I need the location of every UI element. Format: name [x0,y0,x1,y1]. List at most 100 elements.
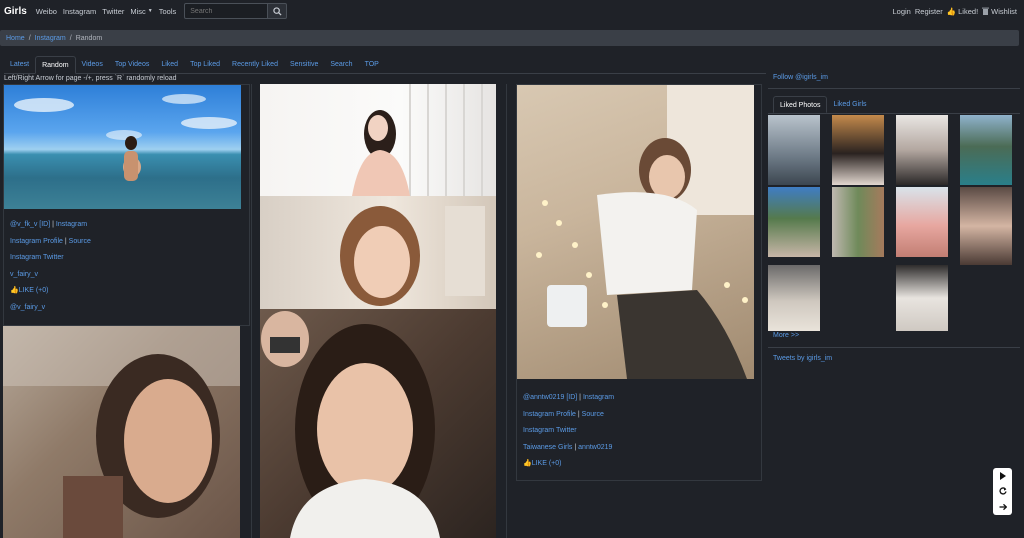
tab-search[interactable]: Search [324,56,358,74]
tab-latest[interactable]: Latest [4,56,35,74]
like-label: LIKE (+0) [18,287,49,295]
tab-liked[interactable]: Liked [155,56,184,74]
tab-liked-photos[interactable]: Liked Photos [773,96,828,113]
woman-grey-top-on-sofa-photo[interactable] [517,85,754,379]
tab-top[interactable]: TOP [359,56,385,74]
separator: | [574,443,577,451]
woman-short-hair-selfie-photo[interactable] [3,326,240,538]
top-navbar: Girls Weibo Instagram Twitter Misc ▼ Tool… [0,0,1024,22]
reload-icon[interactable] [998,487,1007,496]
breadcrumb-instagram[interactable]: Instagram [35,35,66,42]
thumbs-up-icon: 👍 [523,460,532,468]
tab-liked-girls[interactable]: Liked Girls [827,96,872,113]
instagram-profile-link[interactable]: Instagram Profile [10,238,63,245]
tab-top-liked[interactable]: Top Liked [184,56,226,74]
login-link[interactable]: Login [893,7,911,16]
liked-photo-thumb[interactable] [768,265,820,331]
breadcrumb-separator: / [28,34,31,42]
username-link[interactable]: anntw0219 [578,444,612,451]
breadcrumb: Home / Instagram / Random [0,30,1019,46]
username-link[interactable]: v_fairy_v [10,271,38,278]
source-link[interactable]: Source [69,238,91,245]
post-card: @v_fk_v [ID] | Instagram Instagram Profi… [3,84,250,326]
handle-link[interactable]: @v_fk_v [10,221,37,228]
column-divider [251,84,252,538]
separator: | [577,410,580,418]
nav-weibo[interactable]: Weibo [36,7,57,16]
instagram-twitter-link[interactable]: Instagram Twitter [523,427,577,434]
tab-videos[interactable]: Videos [76,56,109,74]
follow-link[interactable]: Follow @igirls_im [773,74,828,81]
liked-photo-thumb[interactable] [896,187,948,257]
nav-twitter[interactable]: Twitter [102,7,124,16]
tweets-link[interactable]: Tweets by igirls_im [773,355,832,362]
like-button[interactable]: 👍LIKE (+0) [523,460,561,467]
tab-recently-liked[interactable]: Recently Liked [226,56,284,74]
sidebar-tabs: Liked Photos Liked Girls [773,96,873,113]
woman-wading-in-sea-photo[interactable] [4,85,241,209]
like-label: LIKE (+0) [531,460,562,468]
liked-photo-thumb[interactable] [896,115,948,185]
divider [768,88,1020,89]
post-card: @anntw0219 [ID] | Instagram Instagram Pr… [516,84,762,481]
woman-pink-top-studio-photo[interactable] [260,84,496,196]
woman-wavy-hair-closeup-photo[interactable] [260,196,496,309]
keyboard-hint: Left/Right Arrow for page -/+, press `R`… [4,75,177,82]
trash-icon [982,7,990,15]
tab-top-videos[interactable]: Top Videos [109,56,156,74]
woman-white-turtleneck-photo[interactable] [260,309,496,538]
category-link[interactable]: Taiwanese Girls [523,444,572,451]
play-icon[interactable] [999,471,1006,480]
source-link[interactable]: Source [582,411,604,418]
id-link[interactable]: [ID] [39,221,50,228]
liked-photo-thumb[interactable] [960,187,1012,265]
breadcrumb-current: Random [75,34,103,42]
instagram-twitter-link[interactable]: Instagram Twitter [10,254,64,261]
instagram-link[interactable]: Instagram [56,221,87,228]
search-form [184,3,288,19]
nav-misc-label: Misc [130,6,146,16]
liked-photo-thumb[interactable] [960,115,1012,185]
search-input[interactable] [184,3,269,19]
card-links: @anntw0219 [ID] | Instagram Instagram Pr… [523,390,614,473]
liked-photo-thumb[interactable] [896,265,948,331]
nav-misc-dropdown[interactable]: Misc ▼ [130,7,152,16]
divider [768,347,1020,348]
content-tabs: Latest Random Videos Top Videos Liked To… [4,56,766,74]
handle-link[interactable]: @anntw0219 [523,394,564,401]
register-link[interactable]: Register [915,7,943,16]
divider [768,113,1020,114]
arrow-right-icon[interactable] [999,503,1007,511]
nav-instagram[interactable]: Instagram [63,7,96,16]
liked-link[interactable]: 👍 Liked! [947,7,978,16]
nav-right-group: Login Register 👍 Liked! Wishlist [889,7,1018,16]
search-icon [273,6,282,16]
like-button[interactable]: 👍LIKE (+0) [10,287,48,294]
liked-photo-thumb[interactable] [768,187,820,257]
liked-photo-thumb[interactable] [832,115,884,185]
separator: | [64,237,67,245]
separator: | [52,221,54,228]
brand-logo[interactable]: Girls [4,6,27,17]
tab-sensitive[interactable]: Sensitive [284,56,324,74]
instagram-profile-link[interactable]: Instagram Profile [523,411,576,418]
column-divider [506,84,507,538]
breadcrumb-separator: / [69,34,72,42]
instagram-link[interactable]: Instagram [583,394,614,401]
search-button[interactable] [268,3,288,19]
wishlist-link[interactable]: Wishlist [982,7,1017,16]
more-link[interactable]: More >> [773,332,799,339]
wishlist-label: Wishlist [991,6,1017,16]
floating-controls [993,468,1012,515]
separator: | [579,394,581,401]
id-link[interactable]: [ID] [566,394,577,401]
liked-photo-thumb[interactable] [832,187,884,257]
caret-down-icon: ▼ [147,8,153,14]
tab-random[interactable]: Random [35,56,76,74]
thumbs-up-icon: 👍 [10,287,19,295]
liked-photo-thumb[interactable] [768,115,820,185]
nav-tools[interactable]: Tools [159,7,177,16]
breadcrumb-home[interactable]: Home [6,35,25,42]
handle-link[interactable]: @v_fairy_v [10,304,45,311]
card-links: @v_fk_v [ID] | Instagram Instagram Profi… [10,217,91,317]
